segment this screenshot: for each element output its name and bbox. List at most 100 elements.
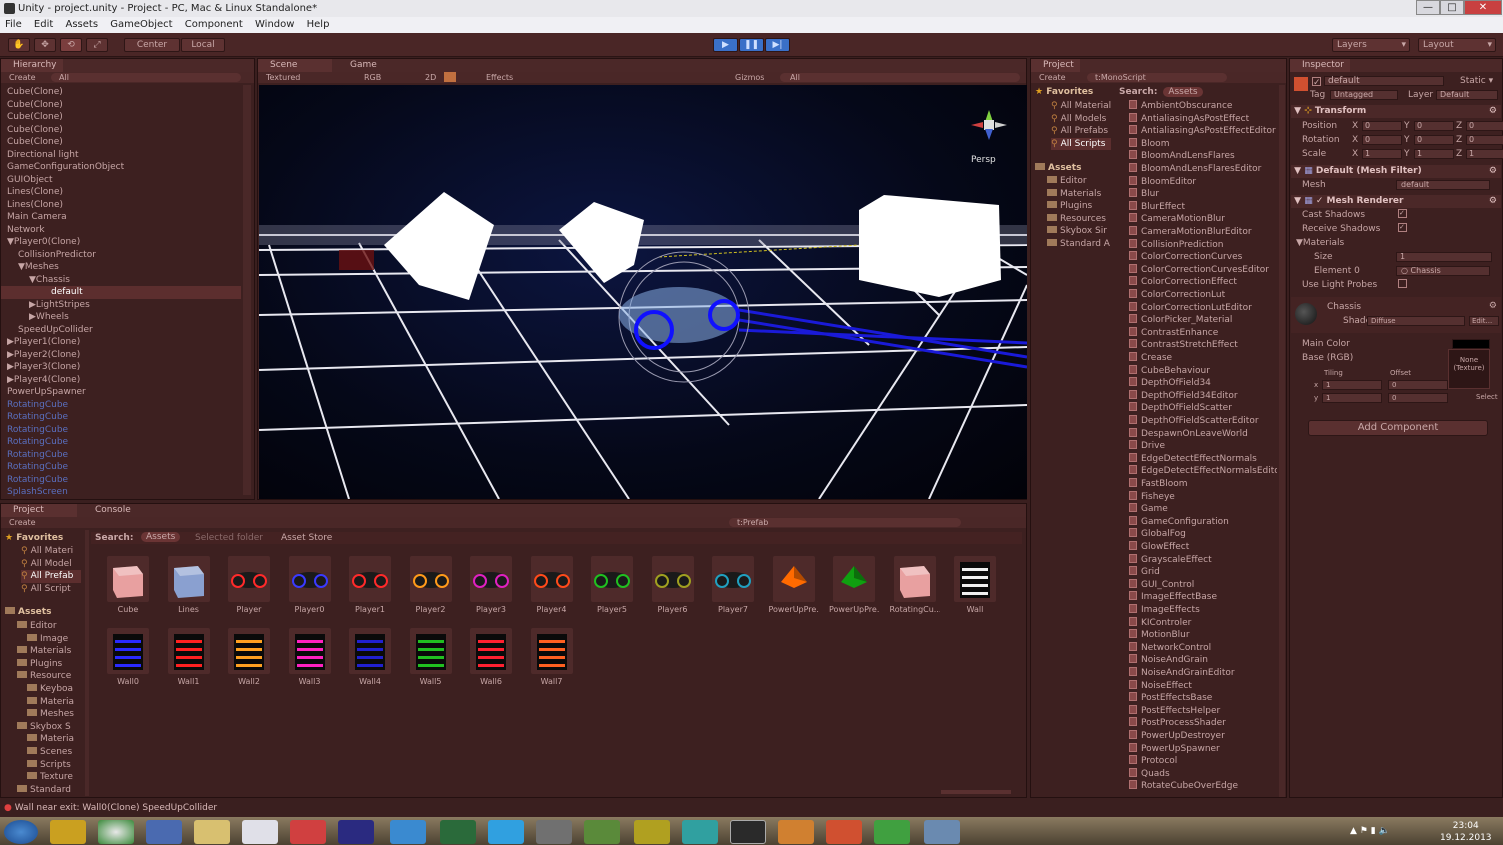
hierarchy-item[interactable]: Network: [1, 224, 241, 237]
script-item[interactable]: DespawnOnLeaveWorld: [1129, 427, 1277, 441]
hierarchy-item[interactable]: ▶Player1(Clone): [1, 336, 241, 349]
script-item[interactable]: ColorCorrectionCurves: [1129, 251, 1277, 264]
script-item[interactable]: AntialiasingAsPostEffect: [1129, 112, 1277, 126]
script-item[interactable]: ColorCorrectionEffect: [1129, 276, 1277, 289]
hierarchy-item[interactable]: RotatingCube: [1, 474, 241, 487]
assets-header[interactable]: Assets: [1035, 163, 1081, 173]
asset-folder[interactable]: Texture: [27, 771, 85, 784]
transform-value-field[interactable]: 0: [1362, 121, 1402, 131]
hierarchy-item[interactable]: ▼Player0(Clone): [1, 236, 241, 249]
grid-app-taskbar-icon[interactable]: [290, 820, 326, 844]
script-item[interactable]: DepthOfField34Editor: [1129, 389, 1277, 403]
hierarchy-item[interactable]: Lines(Clone): [1, 186, 241, 199]
add-component-button[interactable]: Add Component: [1308, 420, 1488, 436]
script-item[interactable]: Bloom: [1129, 137, 1277, 151]
main-color-swatch[interactable]: [1452, 339, 1490, 349]
asset-folder[interactable]: Standard: [17, 784, 85, 797]
rgb-dropdown[interactable]: RGB: [364, 72, 381, 83]
script-item[interactable]: PowerUpDestroyer: [1129, 730, 1277, 743]
system-tray[interactable]: ▲ ⚑ ▮ 🔈: [1350, 826, 1390, 836]
script-item[interactable]: ImageEffectBase: [1129, 591, 1277, 604]
script-item[interactable]: NetworkControl: [1129, 641, 1277, 655]
asset-folder[interactable]: Materials: [17, 645, 85, 658]
transform-value-field[interactable]: 1: [1362, 149, 1402, 159]
asset-item[interactable]: PowerUpPre...: [769, 556, 819, 614]
hierarchy-tab[interactable]: Hierarchy: [1, 59, 63, 72]
layers-dropdown[interactable]: Layers ▾: [1332, 38, 1410, 52]
start-button[interactable]: [4, 820, 38, 844]
favorite-item[interactable]: ⚲ All Prefabs: [1051, 125, 1108, 138]
scale-tool-button[interactable]: ⤢: [86, 38, 108, 52]
project-scrollbar[interactable]: [1279, 85, 1285, 797]
shader-dropdown[interactable]: Diffuse: [1367, 316, 1465, 326]
asset-folder[interactable]: Resources: [1047, 213, 1117, 226]
scene-viewport[interactable]: Persp: [259, 85, 1027, 499]
favorite-item[interactable]: ⚲ All Materi: [21, 545, 81, 558]
favorites-header[interactable]: ★ Favorites: [1035, 87, 1093, 97]
scope-asset-store-button[interactable]: Asset Store: [281, 533, 332, 543]
favorites-header-bottom[interactable]: ★ Favorites: [5, 533, 63, 543]
hierarchy-item[interactable]: ▼Chassis: [1, 274, 241, 287]
active-checkbox[interactable]: ✓: [1312, 77, 1321, 88]
hierarchy-item[interactable]: RotatingCube: [1, 424, 241, 437]
assets-header-bottom[interactable]: Assets: [5, 607, 51, 617]
script-item[interactable]: KIControler: [1129, 616, 1277, 630]
script-item[interactable]: CameraMotionBlurEditor: [1129, 226, 1277, 239]
transform-header[interactable]: ▼ ⊹ Transform ⚙: [1291, 105, 1501, 118]
asset-item[interactable]: PowerUpPre...: [829, 556, 879, 614]
hierarchy-search-input[interactable]: All: [51, 73, 241, 82]
gear-icon[interactable]: ⚙: [1489, 195, 1497, 208]
script-item[interactable]: NoiseAndGrainEditor: [1129, 667, 1277, 680]
asset-item[interactable]: Player5: [587, 556, 637, 614]
hierarchy-item[interactable]: default: [1, 286, 241, 299]
asset-item[interactable]: Player1: [345, 556, 395, 614]
hierarchy-item[interactable]: ▶Player4(Clone): [1, 374, 241, 387]
project-bottom-search-input[interactable]: t:Prefab: [729, 518, 961, 527]
close-button[interactable]: ✕: [1464, 0, 1502, 15]
transform-value-field[interactable]: 0: [1466, 121, 1503, 131]
script-item[interactable]: ContrastStretchEffect: [1129, 339, 1277, 352]
asset-folder[interactable]: Skybox Sir: [1047, 225, 1117, 238]
asset-item[interactable]: Player7: [708, 556, 758, 614]
script-item[interactable]: BloomAndLensFlaresEditor: [1129, 163, 1277, 176]
asset-item[interactable]: Player3: [466, 556, 516, 614]
game-tab[interactable]: Game: [338, 59, 383, 72]
script-item[interactable]: GlobalFog: [1129, 528, 1277, 541]
offset-y-field[interactable]: 0: [1388, 393, 1448, 403]
transform-value-field[interactable]: 1: [1466, 149, 1503, 159]
script-item[interactable]: AntialiasingAsPostEffectEditor: [1129, 125, 1277, 138]
script-item[interactable]: PostProcessShader: [1129, 717, 1277, 730]
pause-button[interactable]: ❚❚: [739, 38, 764, 52]
script-item[interactable]: Fisheye: [1129, 490, 1277, 504]
layout-dropdown[interactable]: Layout ▾: [1418, 38, 1496, 52]
asset-item[interactable]: Player: [224, 556, 274, 614]
script-item[interactable]: GameConfiguration: [1129, 515, 1277, 529]
hierarchy-item[interactable]: Cube(Clone): [1, 136, 241, 149]
persp-label[interactable]: Persp: [971, 155, 996, 165]
gameobject-name-field[interactable]: default: [1324, 76, 1444, 86]
pdf-taskbar-icon[interactable]: [634, 820, 670, 844]
script-item[interactable]: BlurEffect: [1129, 200, 1277, 214]
asset-item[interactable]: Wall6: [466, 628, 516, 686]
transform-value-field[interactable]: 0: [1362, 135, 1402, 145]
hierarchy-item[interactable]: RotatingCube: [1, 461, 241, 474]
texture-slot[interactable]: None (Texture): [1448, 349, 1490, 389]
script-item[interactable]: GrayscaleEffect: [1129, 553, 1277, 567]
script-item[interactable]: ColorCorrectionLut: [1129, 289, 1277, 302]
asset-folder[interactable]: Plugins: [1047, 200, 1117, 213]
favorite-item[interactable]: ⚲ All Material: [1051, 100, 1111, 113]
script-item[interactable]: BloomEditor: [1129, 175, 1277, 189]
menu-assets[interactable]: Assets: [65, 19, 98, 30]
move-tool-button[interactable]: ✥: [34, 38, 56, 52]
hierarchy-create-button[interactable]: Create: [9, 72, 36, 83]
shading-mode-dropdown[interactable]: Textured: [266, 72, 300, 83]
script-item[interactable]: BloomAndLensFlares: [1129, 150, 1277, 163]
script-item[interactable]: PostEffectsBase: [1129, 692, 1277, 705]
document-taskbar-icon[interactable]: [536, 820, 572, 844]
menu-window[interactable]: Window: [255, 19, 294, 30]
script-item[interactable]: ColorPicker_Material: [1129, 314, 1277, 327]
hierarchy-item[interactable]: Cube(Clone): [1, 111, 241, 124]
folder-tree-splitter[interactable]: [85, 530, 89, 796]
hierarchy-item[interactable]: Lines(Clone): [1, 199, 241, 212]
script-item[interactable]: GlowEffect: [1129, 541, 1277, 554]
